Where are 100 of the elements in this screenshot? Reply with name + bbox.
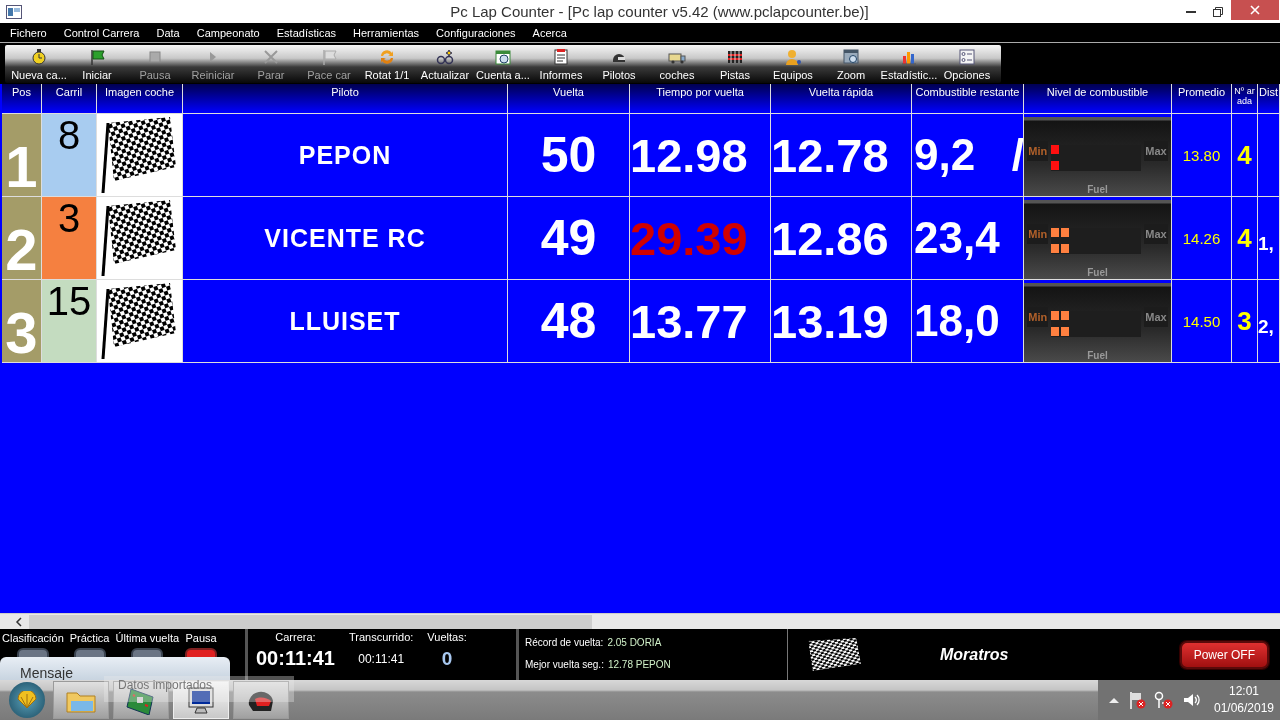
power-off-button[interactable]: Power OFF: [1179, 640, 1269, 669]
menu-item[interactable]: Configuraciones: [436, 26, 516, 39]
lap-time: 13.77: [630, 280, 771, 363]
gauge-label: Min: [1027, 307, 1049, 327]
timer-value: 00:11:41: [256, 647, 335, 670]
lap-count: 48: [508, 280, 630, 363]
gauge-label: Max: [1144, 224, 1168, 244]
play-icon: [210, 52, 216, 62]
club-name: Moratros: [940, 645, 1009, 664]
toolbar-button[interactable]: Informes: [532, 45, 590, 83]
menu-item[interactable]: Herramientas: [353, 26, 420, 39]
cross-icon: [262, 48, 280, 66]
column-header: Vuelta: [508, 84, 630, 114]
pilot-name: PEPON: [183, 114, 508, 197]
average-time: 13.80: [1172, 114, 1232, 197]
gauge-label: Fuel: [1087, 267, 1108, 278]
grid-icon: [726, 48, 744, 66]
network-icon: [1154, 691, 1174, 709]
indicator-label: Práctica: [69, 632, 110, 644]
start-button[interactable]: [9, 682, 45, 718]
calendar-icon: [494, 48, 512, 66]
flag-icon: [1128, 691, 1146, 709]
show-hidden-icons-icon: [1108, 696, 1120, 704]
window-title: Pc Lap Counter - [Pc lap counter v5.42 (www.pclapcounter.be)]: [449, 3, 870, 20]
window-icon: [842, 48, 860, 66]
scroll-thumb[interactable]: [29, 614, 592, 629]
column-header: Promedio: [1172, 84, 1232, 114]
average-time: 14.50: [1172, 280, 1232, 363]
lane-number: 8: [42, 114, 97, 197]
record-label: Mejor vuelta seg.:: [525, 659, 604, 671]
gauge-label: Min: [1027, 224, 1049, 244]
column-header: Combustible restante: [912, 84, 1024, 114]
toolbar-button[interactable]: Actualizar: [416, 45, 474, 83]
toolbar-button[interactable]: Pistas: [706, 45, 764, 83]
best-lap-time: 12.78: [771, 114, 912, 197]
indicator-label: Pausa: [185, 632, 217, 644]
best-lap-time: 13.19: [771, 280, 912, 363]
column-header: Carril: [42, 84, 97, 114]
column-header: Vuelta rápida: [771, 84, 912, 114]
close-icon: [1250, 5, 1260, 15]
toolbar-button[interactable]: Iniciar: [68, 45, 126, 83]
indicator-label: Clasificación: [2, 632, 64, 644]
clock-date: 01/06/2019: [1213, 700, 1275, 717]
restore-icon: [1212, 6, 1223, 17]
toolbar-button[interactable]: Rotat 1/1: [358, 45, 416, 83]
menu-item[interactable]: Control Carrera: [63, 26, 140, 39]
position-number: 2: [2, 197, 42, 280]
timer-value: 0: [441, 648, 453, 670]
pit-stop-count: 3: [1232, 280, 1258, 363]
pilot-name: LLUISET: [183, 280, 508, 363]
menu-item[interactable]: Campeonato: [196, 26, 260, 39]
position-number: 1: [2, 114, 42, 197]
glasses-icon: [436, 48, 454, 66]
menu-item[interactable]: Acerca: [532, 26, 567, 39]
menu-item[interactable]: Data: [156, 26, 180, 39]
menu-item[interactable]: Fichero: [10, 26, 47, 39]
record-value: 2.05 DORIA: [607, 636, 662, 648]
column-header: Pos: [2, 84, 42, 114]
position-number: 3: [2, 280, 42, 363]
lane-number: 15: [42, 280, 97, 363]
toolbar-button[interactable]: Estadístic...: [880, 45, 938, 83]
column-header: Nivel de combustible: [1024, 84, 1172, 114]
lap-time: 12.98: [630, 114, 771, 197]
toolbar-button[interactable]: Nueva ca...: [10, 45, 68, 83]
timer-value: 00:11:41: [358, 652, 405, 666]
pit-stop-count: 4: [1232, 114, 1258, 197]
gauge-label: Max: [1144, 307, 1168, 327]
gauge-label: Min: [1027, 141, 1049, 161]
indicator-label: Última vuelta: [115, 632, 180, 644]
gauge-label: Fuel: [1087, 184, 1108, 195]
column-header: Imagen coche: [97, 84, 183, 114]
lap-count: 50: [508, 114, 630, 197]
toolbar-button[interactable]: coches: [648, 45, 706, 83]
shell-icon: [16, 691, 38, 709]
record-label: Récord de vuelta:: [525, 636, 604, 648]
distance-value: 1,: [1258, 197, 1280, 280]
toolbar-button[interactable]: Opciones: [938, 45, 996, 83]
toolbar-button[interactable]: Cuenta a...: [474, 45, 532, 83]
taskbar-app[interactable]: [233, 681, 289, 719]
flag-icon: [320, 48, 338, 66]
gauge-label: Fuel: [1087, 350, 1108, 361]
column-header: Nº arada: [1232, 84, 1258, 114]
menu-item[interactable]: Estadísticas: [276, 26, 337, 39]
timer-label: Carrera:: [275, 631, 316, 643]
stopwatch-icon: [30, 48, 48, 66]
column-header: Tiempo por vuelta: [630, 84, 771, 114]
toolbar-button[interactable]: Zoom: [822, 45, 880, 83]
toolbar-button[interactable]: Equipos: [764, 45, 822, 83]
notification-text: Datos importados: [104, 676, 294, 702]
column-header: Piloto: [183, 84, 508, 114]
document-icon: [552, 48, 570, 66]
person-icon: [784, 48, 802, 66]
speaker-icon: [1182, 691, 1200, 709]
pit-stop-count: 4: [1232, 197, 1258, 280]
timer-label: Vueltas:: [427, 631, 467, 643]
list-icon: [958, 48, 976, 66]
flag-icon: [88, 48, 106, 66]
arrows-icon: [378, 48, 396, 66]
lane-number: 3: [42, 197, 97, 280]
toolbar-button[interactable]: Pilotos: [590, 45, 648, 83]
